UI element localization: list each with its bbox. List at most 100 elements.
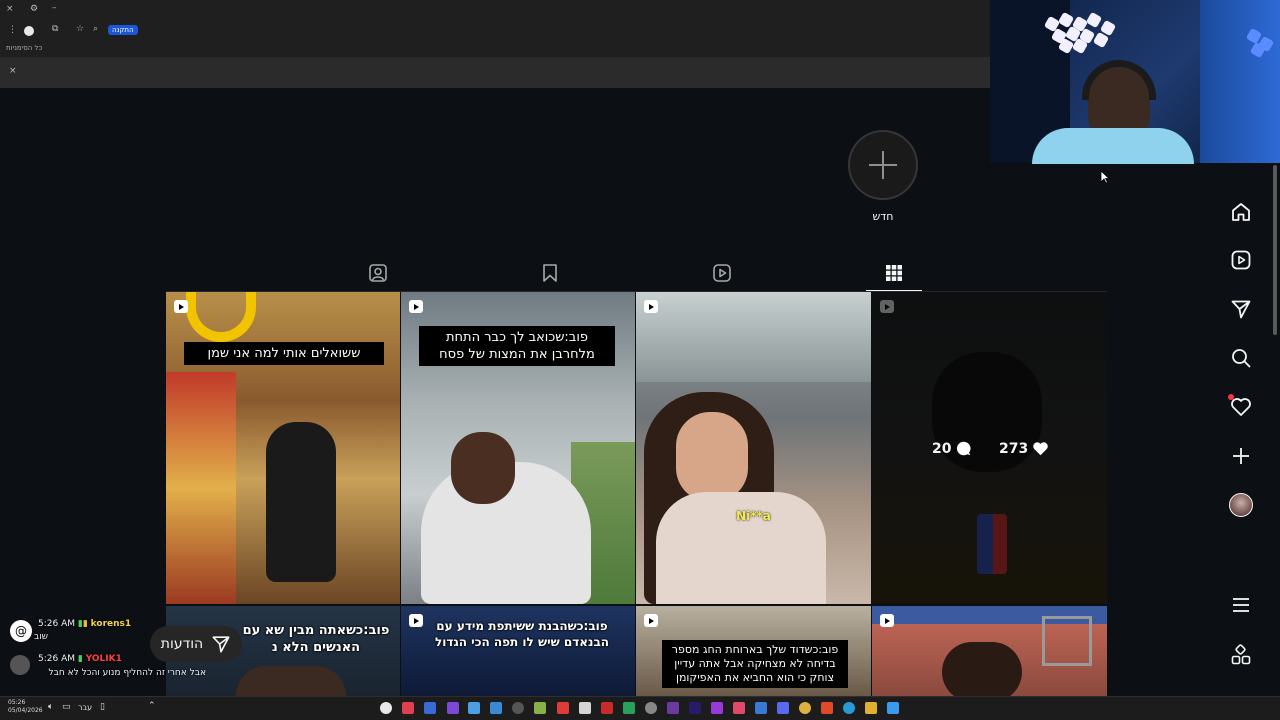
menu-icon: [1233, 598, 1249, 612]
scrollbar[interactable]: [1273, 165, 1277, 335]
tab-tagged[interactable]: [365, 260, 391, 286]
post-tile[interactable]: פוב:שכואב לך כבר התחת מלחרבן את המצות של…: [401, 292, 635, 604]
post-tile[interactable]: פוב:כשהבנת ששיתפת מידע עם הבנאדם שיש לו …: [401, 606, 635, 696]
post-caption: פוב:שכואב לך כבר התחת מלחרבן את המצות של…: [419, 326, 615, 366]
network-icon[interactable]: ▭: [62, 702, 71, 712]
tray-expand-icon[interactable]: ⌃: [148, 701, 156, 711]
threads-logo-icon: @: [10, 620, 32, 642]
extensions-icon[interactable]: ⧉: [52, 24, 58, 34]
active-tab-indicator: [866, 290, 922, 291]
grid-icon: [886, 265, 902, 281]
reel-icon: [174, 300, 188, 313]
sidebar-item-messages[interactable]: [1229, 297, 1253, 321]
tab-reels[interactable]: [709, 260, 735, 286]
plus-icon: [869, 151, 897, 179]
post-tile-hovered[interactable]: 20 273: [872, 292, 1107, 604]
post-tile[interactable]: [872, 606, 1107, 696]
bookmark-icon: [543, 264, 557, 282]
chat-message-text: אבל אחרי זה להחליף מנוע והכל לא חבל: [48, 668, 206, 678]
chat-avatar: [10, 655, 30, 675]
reel-icon: [880, 614, 894, 627]
browser-toolbar: ⋮ ⧉ ☆ ⌕ התקנה: [0, 20, 990, 42]
app-icon[interactable]: [512, 702, 524, 714]
post-overlay-text: Ni**a: [736, 509, 771, 523]
close-infobar-icon[interactable]: ×: [9, 66, 17, 76]
app-icon[interactable]: [402, 702, 414, 714]
all-bookmarks-link[interactable]: כל הסימניות: [6, 44, 42, 52]
reels-icon: [713, 264, 731, 282]
volume-icon[interactable]: 🔈︎: [48, 702, 53, 712]
paper-plane-icon: [1231, 300, 1251, 319]
comment-icon: [957, 441, 972, 456]
settings-icon[interactable]: ⚙: [30, 4, 38, 14]
discord-icon[interactable]: [777, 702, 789, 714]
tab-saved[interactable]: [537, 260, 563, 286]
sidebar-item-profile[interactable]: [1229, 493, 1253, 517]
star-icon[interactable]: ☆: [76, 24, 84, 34]
mic-icon[interactable]: ▯: [100, 702, 105, 712]
taskbar-clock[interactable]: 05:26 05/04/2026: [8, 699, 43, 715]
right-sidebar: [1215, 165, 1280, 700]
app-icon[interactable]: [534, 702, 546, 714]
reel-icon: [644, 300, 658, 313]
music-icon[interactable]: [733, 702, 745, 714]
app-icon[interactable]: [557, 702, 569, 714]
messages-pill-button[interactable]: הודעות: [150, 626, 242, 662]
paper-plane-icon: [212, 636, 230, 653]
app-icon[interactable]: [490, 702, 502, 714]
profile-icon[interactable]: [24, 26, 34, 36]
language-indicator[interactable]: עבר: [78, 703, 92, 712]
post-caption: פוב:כשאתה מבין שא עם האנשים הלא נ: [242, 623, 390, 655]
app-icon[interactable]: [711, 702, 723, 714]
post-tile[interactable]: Ni**a: [636, 292, 871, 604]
sidebar-item-home[interactable]: [1229, 200, 1253, 224]
heart-icon: [1231, 398, 1251, 416]
sidebar-item-search[interactable]: [1229, 346, 1253, 370]
heart-icon: [1033, 442, 1049, 456]
more-options-icon[interactable]: ⋮: [8, 25, 17, 35]
reel-icon: [644, 614, 658, 627]
app-icon[interactable]: [601, 702, 613, 714]
sidebar-item-create[interactable]: [1229, 444, 1253, 468]
brave-icon[interactable]: [821, 702, 833, 714]
app-icon[interactable]: [623, 702, 635, 714]
new-highlight-button[interactable]: [848, 130, 918, 200]
post-tile[interactable]: ששואלים אותי למה אני שמן: [166, 292, 400, 604]
post-tile[interactable]: פוב:כשדוד שלך בארוחת החג מספר בדיחה לא מ…: [636, 606, 871, 696]
settings-icon[interactable]: [645, 702, 657, 714]
info-bar: ×: [0, 58, 990, 88]
app-icon[interactable]: [667, 702, 679, 714]
apps-icon: [1231, 644, 1251, 665]
app-icon[interactable]: [755, 702, 767, 714]
premiere-icon[interactable]: [689, 702, 701, 714]
streamer-shirt: [1032, 128, 1194, 164]
file-explorer-icon[interactable]: [865, 702, 877, 714]
plus-icon: [1233, 448, 1249, 464]
avatar: [1229, 493, 1253, 517]
sidebar-item-reels[interactable]: [1229, 248, 1253, 272]
sidebar-item-notifications[interactable]: [1228, 394, 1253, 419]
media-player-icon[interactable]: [380, 702, 392, 714]
sidebar-item-more[interactable]: [1229, 593, 1253, 617]
new-highlight-label: חדש: [872, 210, 894, 223]
home-icon: [1232, 203, 1250, 221]
notes-icon[interactable]: [579, 702, 591, 714]
install-app-button[interactable]: התקנה: [108, 25, 138, 35]
zoom-icon[interactable]: ⌕: [93, 24, 98, 34]
close-icon[interactable]: ×: [6, 4, 14, 14]
windows-start-icon[interactable]: [887, 702, 899, 714]
app-icon[interactable]: [447, 702, 459, 714]
edge-icon[interactable]: [843, 702, 855, 714]
app-icon[interactable]: [468, 702, 480, 714]
post-caption: פוב:כשדוד שלך בארוחת החג מספר בדיחה לא מ…: [662, 640, 848, 688]
post-caption: ששואלים אותי למה אני שמן: [184, 342, 384, 365]
chrome-icon[interactable]: [799, 702, 811, 714]
tab-posts[interactable]: [881, 260, 907, 286]
minimize-icon[interactable]: –: [52, 3, 57, 13]
chat-message-text: שוב: [34, 632, 49, 642]
app-icon[interactable]: [424, 702, 436, 714]
taskbar: [0, 696, 1280, 720]
bookmarks-bar: כל הסימניות: [0, 42, 990, 58]
sidebar-item-also-from-meta[interactable]: [1229, 643, 1253, 667]
comment-count: 20: [932, 440, 972, 457]
